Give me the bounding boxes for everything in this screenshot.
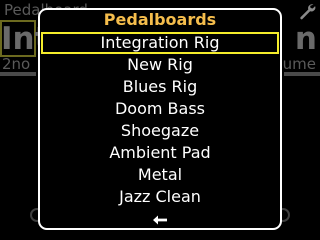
pedalboard-item[interactable]: Blues Rig [41,76,279,98]
pedalboard-item[interactable]: Integration Rig [41,32,279,54]
popup-title: Pedalboards [103,10,217,29]
background-sub-left: 2no [2,55,31,73]
back-button[interactable] [40,210,280,228]
pedalboard-item[interactable]: Metal [41,164,279,186]
wrench-icon[interactable] [298,2,316,20]
pedalboards-popup: Pedalboards Integration Rig New Rig Blue… [38,8,282,230]
background-sub-right: ume [282,55,316,73]
pedalboard-item[interactable]: Jazz Clean [41,186,279,208]
pedalboard-list: Integration Rig New Rig Blues Rig Doom B… [40,32,280,208]
pedalboard-item[interactable]: Doom Bass [41,98,279,120]
pedalboard-item[interactable]: Shoegaze [41,120,279,142]
back-arrow-icon [153,215,167,225]
pedalboard-item[interactable]: New Rig [41,54,279,76]
background-bar-left [0,72,36,76]
device-screen: Pedalboard Int n 2no ume Pedalboards Int… [0,0,320,240]
pedalboard-item[interactable]: Ambient Pad [41,142,279,164]
background-current-name-right: n [294,21,317,57]
background-bar-right [284,72,320,76]
